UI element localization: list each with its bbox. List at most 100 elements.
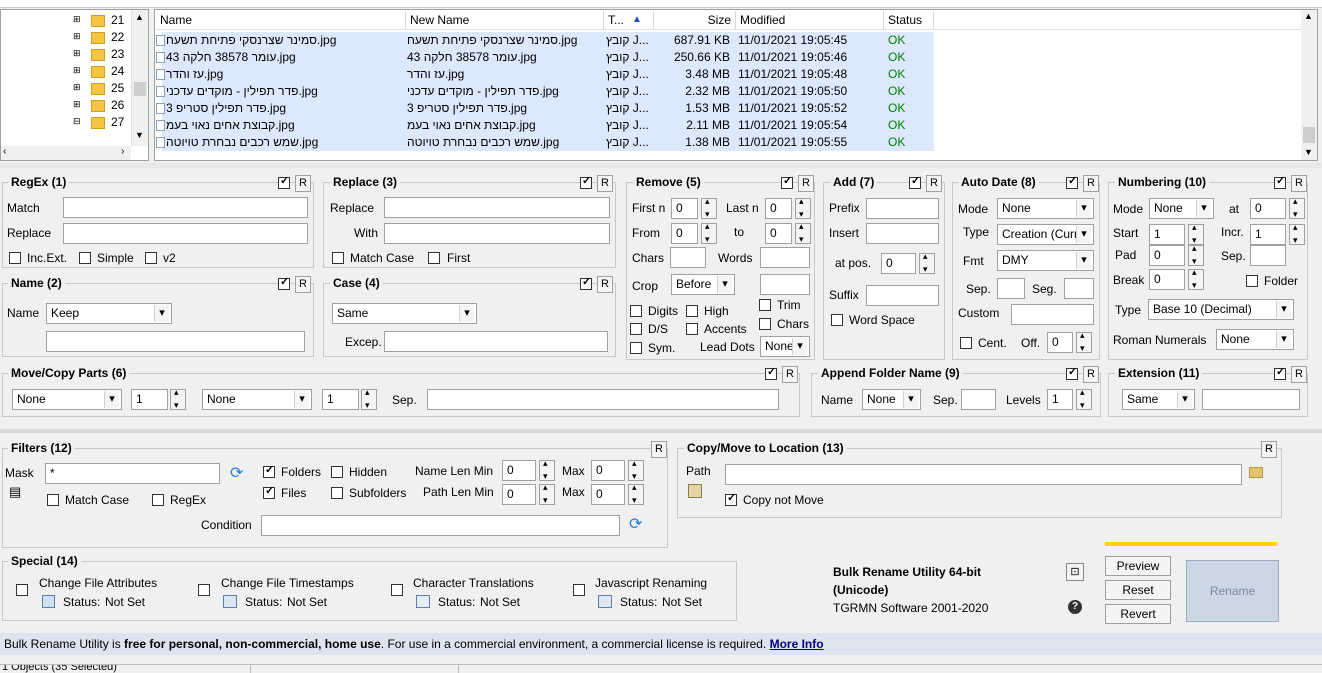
movecopy-select-2[interactable]: None — [202, 389, 312, 410]
add-insert-input[interactable] — [866, 223, 939, 244]
remove-firstn-spinner[interactable] — [701, 196, 717, 220]
special-chartrans-label[interactable]: Character Translations — [413, 576, 534, 590]
numbering-roman-select[interactable]: None — [1216, 329, 1294, 350]
copymove-copynotmove-checkbox[interactable] — [725, 491, 737, 506]
remove-sym-checkbox[interactable] — [630, 342, 642, 354]
remove-to-input[interactable]: 0 — [765, 223, 792, 244]
autodate-seg-input[interactable] — [1064, 278, 1094, 299]
extension-reset-button[interactable]: R — [1291, 366, 1307, 383]
remove-leaddots-select[interactable]: None — [760, 336, 810, 357]
numbering-sep-input[interactable] — [1250, 245, 1286, 266]
movecopy-sep-input[interactable] — [427, 389, 779, 410]
table-row[interactable]: סמינר שצרנסקי פתיחת תשעח.jpg סמינר שצרנסק… — [156, 32, 934, 49]
filters-max-spinner[interactable] — [628, 458, 644, 482]
case-reset-button[interactable]: R — [597, 276, 613, 293]
refresh-icon[interactable]: ⟳ — [230, 463, 243, 483]
filters-pathlenmin-input[interactable]: 0 — [502, 484, 536, 505]
remove-lastn-input[interactable]: 0 — [765, 198, 792, 219]
name-select[interactable]: Keep — [46, 303, 172, 324]
tree-hscroll[interactable]: ‹ › — [1, 146, 131, 160]
autodate-enable-checkbox[interactable] — [1066, 174, 1078, 189]
special-timestamps-checkbox[interactable] — [198, 584, 210, 596]
copymove-path-input[interactable] — [725, 464, 1242, 485]
regex-match-input[interactable] — [63, 197, 308, 218]
autodate-reset-button[interactable]: R — [1083, 175, 1099, 192]
regex-v2-checkbox[interactable] — [145, 252, 157, 264]
case-enable-checkbox[interactable] — [580, 275, 592, 290]
column-header-status[interactable]: Status — [884, 11, 934, 29]
table-row[interactable]: עומר 38578 חלקה 43.jpg עומר 38578 חלקה 43… — [156, 49, 934, 66]
help-icon[interactable]: ? — [1068, 600, 1082, 614]
numbering-pad-input[interactable]: 0 — [1149, 245, 1185, 266]
numbering-start-input[interactable]: 1 — [1149, 224, 1185, 245]
remove-crop-input[interactable] — [760, 274, 810, 295]
add-wordspace-checkbox[interactable] — [831, 314, 843, 326]
filters-pathlenmin-spinner[interactable] — [539, 482, 555, 506]
remove-digits-checkbox[interactable] — [630, 305, 642, 317]
replace-first-checkbox[interactable] — [428, 252, 440, 264]
autodate-type-select[interactable]: Creation (Curr — [997, 224, 1094, 245]
condition-refresh-icon[interactable]: ⟳ — [629, 514, 642, 534]
autodate-mode-select[interactable]: None — [997, 198, 1094, 219]
regex-replace-input[interactable] — [63, 223, 308, 244]
table-row[interactable]: פדר תפילין סטריפ 3.jpg פדר תפילין סטריפ 3… — [156, 100, 934, 117]
regex-reset-button[interactable]: R — [295, 175, 311, 192]
case-excep-input[interactable] — [384, 331, 608, 352]
movecopy-spinner-2[interactable] — [361, 387, 377, 411]
replace-matchcase-checkbox[interactable] — [332, 252, 344, 264]
add-enable-checkbox[interactable] — [909, 174, 921, 189]
appendfolder-sep-input[interactable] — [961, 389, 996, 410]
numbering-reset-button[interactable]: R — [1291, 175, 1307, 192]
column-header-newname[interactable]: New Name — [406, 11, 604, 29]
filters-hidden-checkbox[interactable] — [331, 466, 343, 478]
preview-button[interactable]: Preview — [1105, 556, 1171, 576]
appendfolder-enable-checkbox[interactable] — [1066, 365, 1078, 380]
rename-button[interactable]: Rename — [1186, 560, 1279, 622]
movecopy-reset-button[interactable]: R — [782, 366, 798, 383]
table-row[interactable]: עז והדר.jpg עז והדר.jpg קובץ J... 3.48 MB 11… — [156, 66, 934, 83]
movecopy-enable-checkbox[interactable] — [765, 365, 777, 380]
special-chartrans-checkbox[interactable] — [391, 584, 403, 596]
paste-icon[interactable] — [688, 484, 702, 498]
filters-max2-spinner[interactable] — [628, 482, 644, 506]
autodate-cent-checkbox[interactable] — [960, 337, 972, 349]
filters-reset-button[interactable]: R — [651, 441, 667, 458]
splitter[interactable] — [0, 163, 1322, 168]
name-input[interactable] — [46, 331, 305, 352]
extension-enable-checkbox[interactable] — [1274, 365, 1286, 380]
autodate-fmt-select[interactable]: DMY — [997, 250, 1094, 271]
remove-chars2-checkbox[interactable] — [759, 318, 771, 330]
movecopy-num-2[interactable]: 1 — [322, 389, 359, 410]
numbering-type-select[interactable]: Base 10 (Decimal) — [1148, 299, 1294, 320]
remove-reset-button[interactable]: R — [798, 175, 814, 192]
replace-reset-button[interactable]: R — [597, 175, 613, 192]
regex-simple-checkbox[interactable] — [79, 252, 91, 264]
remove-high-checkbox[interactable] — [686, 305, 698, 317]
filters-folders-checkbox[interactable] — [263, 463, 275, 478]
filters-max-input[interactable]: 0 — [591, 460, 625, 481]
filters-mask-input[interactable]: * — [45, 463, 220, 484]
maximize-icon[interactable]: ⊡ — [1066, 563, 1084, 581]
appendfolder-reset-button[interactable]: R — [1083, 366, 1099, 383]
appendfolder-levels-spinner[interactable] — [1076, 387, 1092, 411]
remove-from-input[interactable]: 0 — [671, 223, 698, 244]
movecopy-spinner-1[interactable] — [170, 387, 186, 411]
extension-input[interactable] — [1202, 389, 1300, 410]
numbering-at-input[interactable]: 0 — [1250, 198, 1286, 219]
appendfolder-name-select[interactable]: None — [862, 389, 921, 410]
regex-incext-checkbox[interactable] — [9, 252, 21, 264]
remove-accents-checkbox[interactable] — [686, 323, 698, 335]
numbering-enable-checkbox[interactable] — [1274, 174, 1286, 189]
mask-options-icon[interactable]: ▤ — [9, 484, 21, 500]
add-reset-button[interactable]: R — [926, 175, 942, 192]
numbering-folder-checkbox[interactable] — [1246, 275, 1258, 287]
add-prefix-input[interactable] — [866, 198, 939, 219]
filters-regex-checkbox[interactable] — [152, 494, 164, 506]
numbering-incr-input[interactable]: 1 — [1250, 224, 1286, 245]
remove-firstn-input[interactable]: 0 — [671, 198, 698, 219]
appendfolder-levels-input[interactable]: 1 — [1047, 389, 1073, 410]
numbering-start-spinner[interactable] — [1188, 222, 1204, 246]
add-atpos-spinner[interactable] — [919, 251, 935, 275]
column-header-modified[interactable]: Modified — [736, 11, 884, 29]
remove-lastn-spinner[interactable] — [795, 196, 811, 220]
